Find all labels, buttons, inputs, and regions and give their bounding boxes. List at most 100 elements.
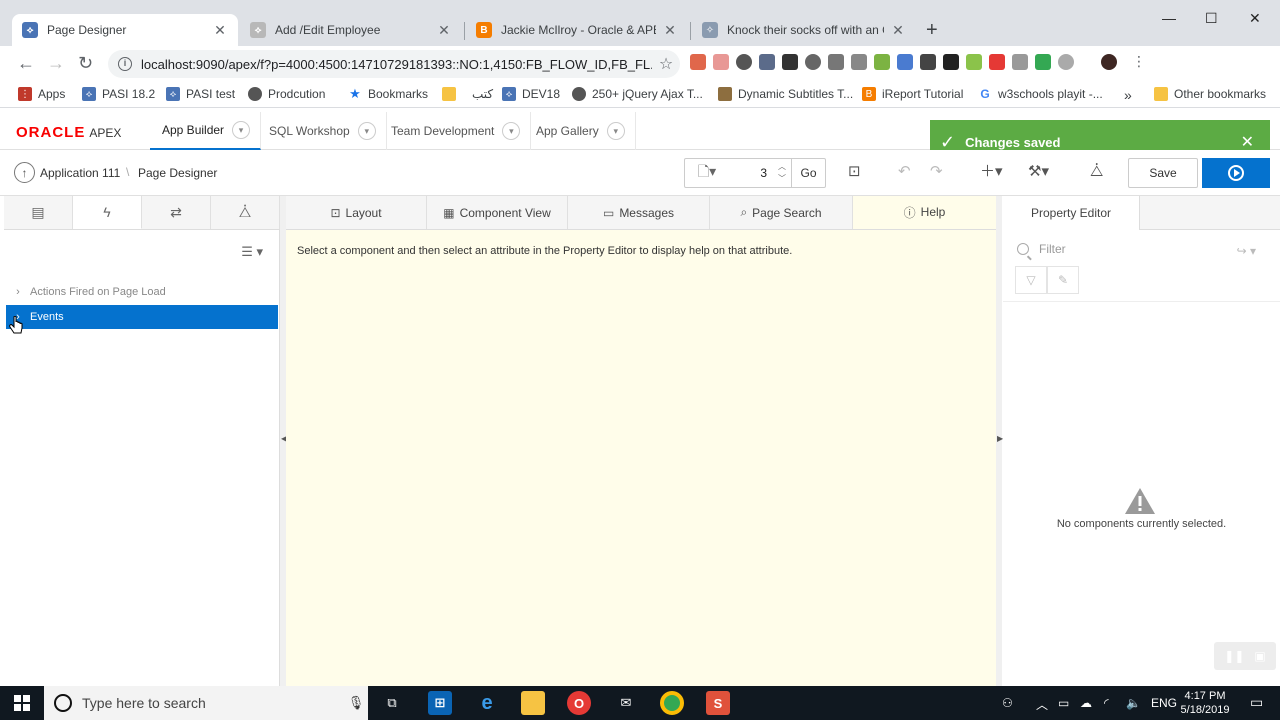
chevron-down-icon[interactable]: ▾ — [357, 122, 376, 140]
tab-component-view[interactable]: ▦ Component View — [427, 196, 568, 229]
close-tab-icon[interactable]: ✕ — [436, 22, 452, 39]
close-tab-icon[interactable]: ✕ — [662, 22, 678, 39]
extension-icon[interactable] — [759, 54, 775, 70]
info-icon[interactable]: i — [118, 57, 132, 71]
page-icon[interactable]: 🗋▾ — [685, 161, 729, 185]
tab-page-search[interactable]: ⌕ Page Search — [710, 196, 853, 229]
wifi-icon[interactable]: ◜ — [1104, 696, 1109, 710]
back-arrow-icon[interactable]: ← — [17, 54, 35, 72]
nav-app-builder[interactable]: App Builder ▾ — [150, 112, 262, 150]
bookmark-pasi-182[interactable]: ⟡ PASI 18.2 — [82, 87, 155, 101]
nav-app-gallery[interactable]: App Gallery ▾ — [524, 112, 636, 150]
battery-icon[interactable]: ▭ — [1058, 696, 1069, 710]
language-indicator[interactable]: ENG — [1151, 696, 1177, 710]
system-clock[interactable]: 4:17 PM 5/18/2019 — [1180, 689, 1230, 717]
extension-icon[interactable] — [736, 54, 752, 70]
property-filter[interactable]: Filter — [1017, 242, 1066, 256]
file-explorer-icon[interactable] — [521, 691, 545, 715]
extension-icon[interactable] — [874, 54, 890, 70]
bookmark-bookmarks[interactable]: ★ Bookmarks — [348, 86, 428, 101]
browser-tab-page-designer[interactable]: ⟡ Page Designer ✕ — [12, 14, 238, 46]
picture-icon[interactable]: ▣ — [1254, 649, 1265, 663]
unlock-icon[interactable]: ⊡ — [848, 164, 861, 179]
tab-dynamic-actions[interactable]: ϟ — [73, 196, 142, 229]
windows-start-icon[interactable] — [14, 695, 30, 711]
onedrive-icon[interactable]: ☁ — [1080, 696, 1092, 710]
forward-arrow-icon[interactable]: → — [47, 54, 65, 72]
tree-menu-icon[interactable]: ☰ ▾ — [241, 244, 263, 260]
reload-icon[interactable]: ↻ — [78, 54, 93, 72]
tab-layout[interactable]: ⊡ Layout — [286, 196, 427, 229]
undo-icon[interactable]: ↶ — [898, 164, 911, 179]
bookmark-dynamic-subtitles[interactable]: Dynamic Subtitles T... — [718, 87, 853, 101]
tree-node-actions-on-load[interactable]: › Actions Fired on Page Load — [6, 280, 278, 304]
bookmark-books[interactable]: كتب — [442, 87, 493, 101]
extension-icon[interactable] — [1012, 54, 1028, 70]
task-view-icon[interactable]: ⧉ — [380, 691, 404, 715]
chevron-down-icon[interactable]: ▾ — [606, 122, 625, 140]
run-button[interactable] — [1202, 158, 1270, 188]
bookmark-other[interactable]: Other bookmarks — [1154, 87, 1266, 101]
oracle-apex-logo[interactable]: ORACLE APEX — [16, 124, 121, 141]
opera-icon[interactable]: O — [567, 691, 591, 715]
microphone-icon[interactable]: 🎙 — [344, 695, 368, 711]
volume-icon[interactable]: 🔈 — [1126, 696, 1141, 710]
bookmark-ireport[interactable]: B iReport Tutorial — [862, 87, 963, 101]
extension-icon[interactable] — [805, 54, 821, 70]
notifications-icon[interactable]: ▭ — [1250, 694, 1263, 711]
nav-sql-workshop[interactable]: SQL Workshop ▾ — [257, 112, 387, 150]
utilities-wrench-icon[interactable]: ⚒▾ — [1028, 164, 1049, 179]
tray-chevron-icon[interactable]: ︿ — [1036, 696, 1048, 713]
shared-components-icon[interactable]: ⧊ — [1090, 164, 1103, 179]
store-icon[interactable]: ⊞ — [428, 691, 452, 715]
page-number-input[interactable]: 3 — [729, 166, 773, 180]
create-plus-icon[interactable]: ＋▾ — [980, 164, 1003, 179]
close-icon[interactable]: ✕ — [1241, 132, 1254, 152]
wrench-icon[interactable] — [782, 54, 798, 70]
right-splitter[interactable]: ▶ — [996, 196, 1003, 686]
bookmark-pasi-test[interactable]: ⟡ PASI test — [166, 87, 235, 101]
breadcrumb-application[interactable]: Application 111 — [40, 166, 120, 180]
chrome-icon[interactable] — [660, 691, 684, 715]
redo-icon[interactable]: ↷ — [930, 164, 943, 179]
translate-icon[interactable] — [897, 54, 913, 70]
extension-icon[interactable] — [966, 54, 982, 70]
pencil-icon[interactable]: ✎ — [1047, 266, 1079, 294]
bookmark-prodcution[interactable]: Prodcution — [248, 87, 325, 101]
bookmark-w3schools[interactable]: G w3schools playit -... — [978, 87, 1102, 101]
nav-team-development[interactable]: Team Development ▾ — [379, 112, 532, 150]
chevron-down-icon[interactable]: ▾ — [232, 121, 251, 139]
close-tab-icon[interactable]: ✕ — [890, 22, 906, 39]
chevron-right-icon[interactable]: › — [6, 286, 30, 298]
extension-icon[interactable] — [943, 54, 959, 70]
close-window-button[interactable]: ✕ — [1249, 10, 1261, 27]
minimize-button[interactable]: — — [1162, 10, 1176, 26]
go-to-group-icon[interactable]: ↪ ▾ — [1237, 244, 1256, 258]
bookmark-dev18[interactable]: ⟡ DEV18 — [502, 87, 560, 101]
snagit-icon[interactable]: S — [706, 691, 730, 715]
bookmark-jquery-ajax[interactable]: 250+ jQuery Ajax T... — [572, 87, 703, 101]
extension-icon[interactable] — [851, 54, 867, 70]
browser-tab-knock-their-socks[interactable]: ✧ Knock their socks off with an Ora ✕ — [692, 14, 916, 46]
close-tab-icon[interactable]: ✕ — [212, 22, 228, 39]
page-stepper[interactable]: ︿ ﹀ — [773, 161, 791, 185]
funnel-icon[interactable]: ▽ — [1015, 266, 1047, 294]
extension-icon[interactable] — [920, 54, 936, 70]
profile-avatar[interactable] — [1101, 54, 1117, 70]
tab-rendering[interactable]: ▤ — [4, 196, 73, 229]
tab-shared-components[interactable]: ⧊ — [211, 196, 280, 229]
browser-tab-add-edit-employee[interactable]: ⟡ Add /Edit Employee ✕ — [240, 14, 462, 46]
extension-icon[interactable] — [713, 54, 729, 70]
edge-icon[interactable]: e — [475, 691, 499, 715]
tree-node-events[interactable]: › Events — [6, 305, 278, 329]
tab-processing[interactable]: ⇄ — [142, 196, 211, 229]
people-icon[interactable]: ⚇ — [1002, 696, 1013, 710]
tab-help[interactable]: ⓘ Help — [853, 196, 996, 229]
mail-icon[interactable]: ✉ — [614, 691, 638, 715]
floating-video-controls[interactable]: ❚❚ ▣ — [1214, 642, 1276, 670]
new-tab-button[interactable]: + — [926, 20, 938, 40]
address-bar[interactable]: i localhost:9090/apex/f?p=4000:4500:1471… — [108, 50, 680, 78]
taskbar-search[interactable]: Type here to search 🎙 — [44, 686, 368, 720]
extension-icon[interactable] — [1058, 54, 1074, 70]
save-button[interactable]: Save — [1128, 158, 1198, 188]
